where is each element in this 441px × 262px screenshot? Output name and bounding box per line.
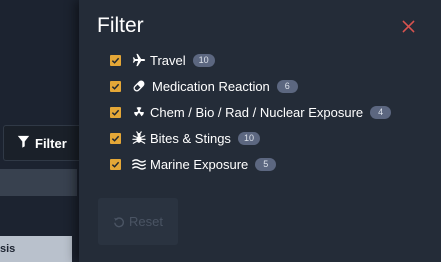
- checkbox-cbrn-exposure[interactable]: [110, 106, 121, 118]
- option-label-travel: Travel: [150, 52, 186, 68]
- filter-option-medication-reaction[interactable]: Medication Reaction 6: [110, 77, 298, 95]
- bug-icon: [130, 131, 147, 146]
- count-badge-cbrn-exposure: 4: [370, 105, 392, 119]
- funnel-icon: [17, 135, 30, 151]
- check-icon: [111, 161, 120, 168]
- close-button[interactable]: [398, 16, 418, 36]
- background-app: Filter sis: [0, 0, 79, 262]
- checkbox-marine-exposure[interactable]: [110, 158, 121, 170]
- open-filter-button[interactable]: Filter: [3, 125, 79, 161]
- option-label-marine-exposure: Marine Exposure: [150, 156, 249, 172]
- undo-icon: [113, 216, 124, 227]
- reset-label: Reset: [129, 214, 163, 229]
- option-label-medication-reaction: Medication Reaction: [152, 78, 270, 94]
- count-badge-bites-stings: 10: [237, 131, 260, 145]
- radiation-icon: [130, 105, 147, 120]
- count-badge-medication-reaction: 6: [276, 79, 298, 93]
- open-filter-label: Filter: [35, 135, 67, 151]
- filter-option-bites-stings[interactable]: Bites & Stings 10: [110, 129, 260, 147]
- close-icon: [402, 20, 414, 32]
- option-label-bites-stings: Bites & Stings: [150, 130, 231, 146]
- screen: Filter sis Filter Travel 10 Medication R…: [0, 0, 441, 262]
- check-icon: [111, 109, 120, 116]
- check-icon: [111, 135, 120, 142]
- water-icon: [130, 157, 147, 172]
- filter-panel: Filter Travel 10 Medication Reaction 6 C…: [79, 0, 441, 262]
- checkbox-bites-stings[interactable]: [110, 132, 121, 144]
- count-badge-marine-exposure: 5: [255, 157, 277, 171]
- filter-option-travel[interactable]: Travel 10: [110, 51, 215, 69]
- checkbox-travel[interactable]: [110, 54, 121, 66]
- filter-option-cbrn-exposure[interactable]: Chem / Bio / Rad / Nuclear Exposure 4: [110, 103, 392, 121]
- background-bar: [0, 169, 77, 196]
- check-icon: [111, 57, 120, 64]
- pill-icon: [130, 79, 147, 94]
- reset-button[interactable]: Reset: [98, 198, 178, 245]
- plane-icon: [130, 53, 147, 68]
- panel-title: Filter: [97, 14, 144, 37]
- checkbox-medication-reaction[interactable]: [110, 80, 121, 92]
- count-badge-travel: 10: [192, 53, 215, 67]
- option-label-cbrn-exposure: Chem / Bio / Rad / Nuclear Exposure: [150, 104, 364, 120]
- filter-option-marine-exposure[interactable]: Marine Exposure 5: [110, 155, 277, 173]
- background-row-label: sis: [0, 243, 16, 255]
- check-icon: [111, 83, 120, 90]
